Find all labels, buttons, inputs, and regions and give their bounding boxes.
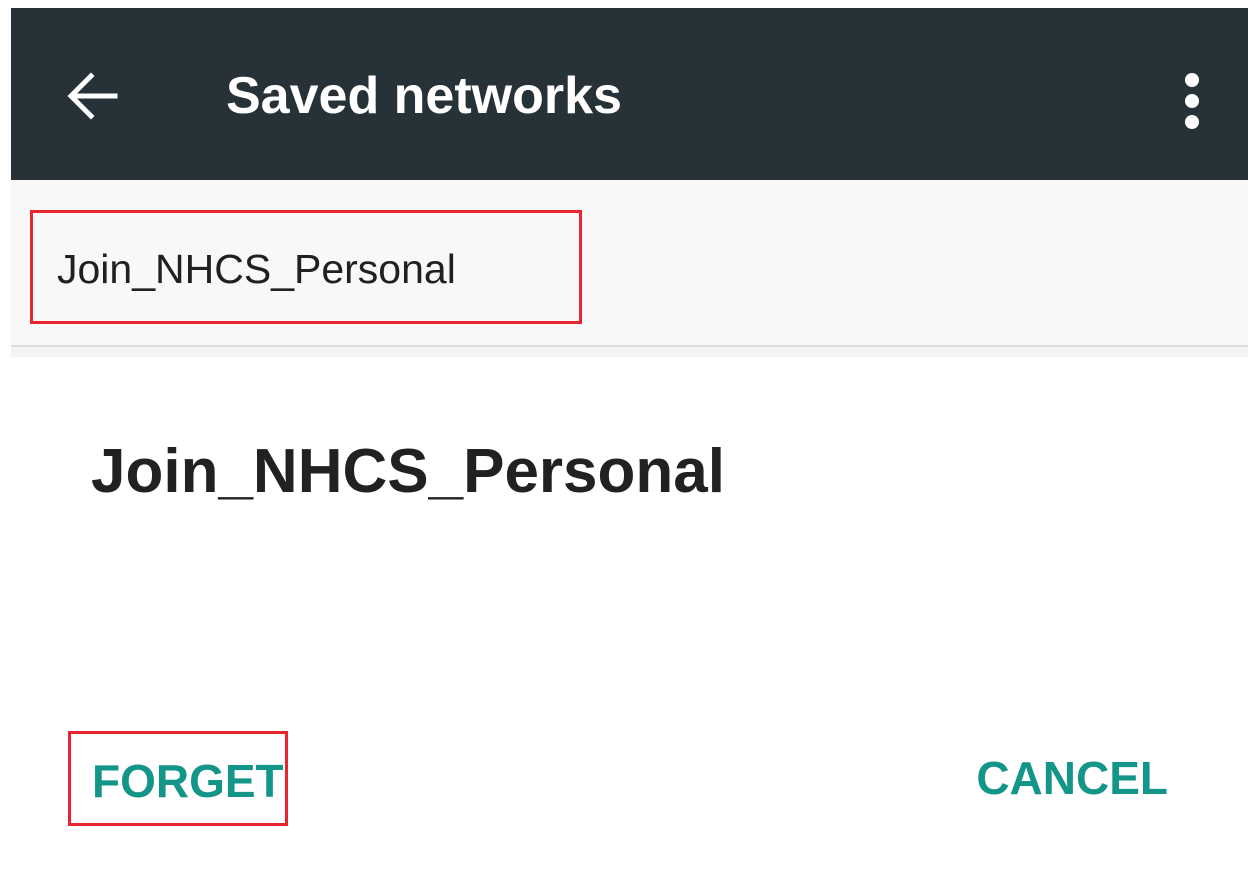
dialog-title: Join_NHCS_Personal [91, 437, 725, 506]
screen-edge [0, 0, 11, 871]
android-screen: Saved networks Join_NHCS_Personal Join_N… [0, 0, 1248, 871]
app-bar: Saved networks [11, 8, 1248, 180]
forget-button-label: FORGET [92, 755, 284, 807]
page-title: Saved networks [226, 67, 622, 125]
forget-button[interactable]: FORGET [68, 731, 288, 826]
saved-network-item[interactable]: Join_NHCS_Personal [30, 210, 582, 324]
more-vert-icon[interactable] [1174, 71, 1210, 131]
arrow-left-icon[interactable] [67, 70, 119, 122]
dialog-shadow [11, 347, 1248, 357]
saved-network-name: Join_NHCS_Personal [57, 246, 456, 292]
cancel-button[interactable]: CANCEL [966, 740, 1186, 820]
cancel-button-label: CANCEL [976, 752, 1168, 804]
